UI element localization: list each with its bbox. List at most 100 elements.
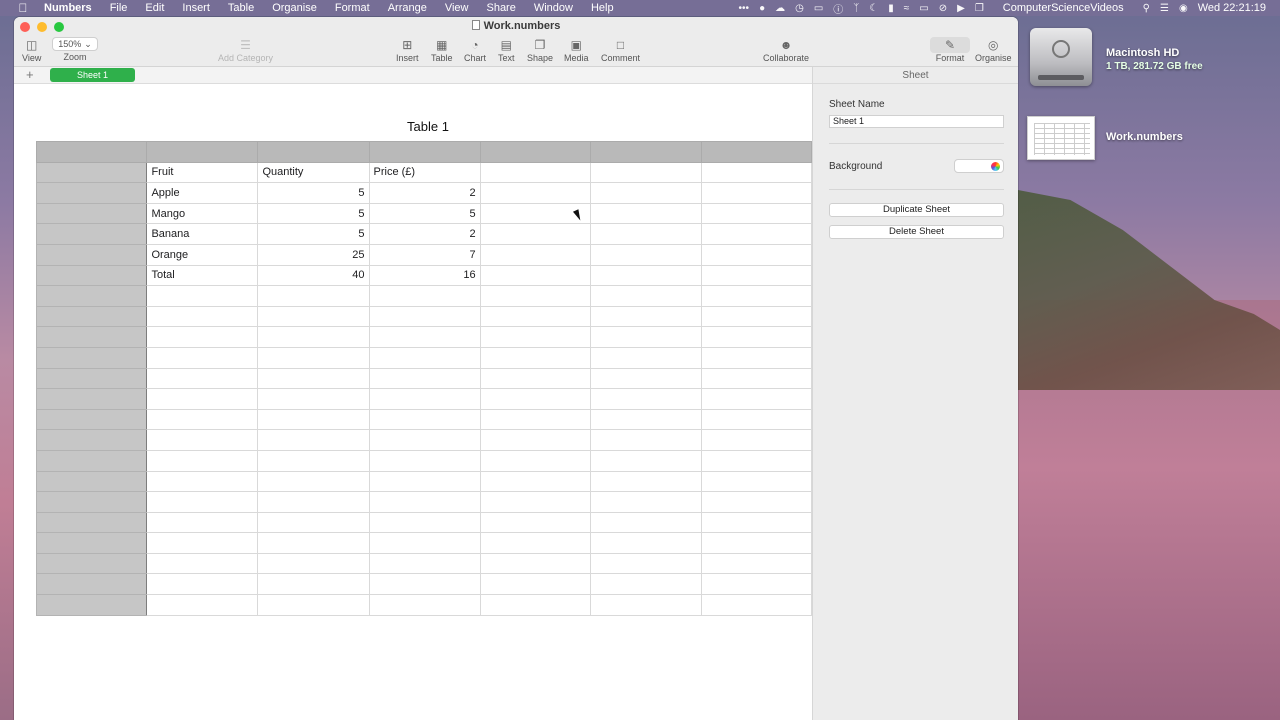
row-header[interactable] xyxy=(35,532,148,554)
table-cell[interactable] xyxy=(590,305,702,328)
table-cell[interactable] xyxy=(590,243,702,266)
row-header[interactable] xyxy=(35,449,148,472)
column-header[interactable] xyxy=(479,141,592,163)
table-cell[interactable] xyxy=(479,326,592,348)
table-cell[interactable] xyxy=(368,470,481,493)
table-cell[interactable] xyxy=(590,161,702,184)
table-cell[interactable]: 16 xyxy=(368,264,481,287)
cloud-icon[interactable]: ☁ xyxy=(775,3,785,14)
table-cell[interactable] xyxy=(479,243,592,266)
table-row[interactable] xyxy=(35,594,812,616)
table-cell[interactable] xyxy=(368,491,481,513)
table-cell[interactable] xyxy=(146,305,259,328)
table-cell[interactable] xyxy=(257,388,370,410)
row-header[interactable] xyxy=(35,326,148,348)
menu-help[interactable]: Help xyxy=(582,2,623,14)
row-header[interactable] xyxy=(35,573,148,596)
table-cell[interactable] xyxy=(146,408,259,431)
table-cell[interactable] xyxy=(700,573,812,596)
table-cell[interactable] xyxy=(590,182,702,204)
table-cell[interactable] xyxy=(479,532,592,554)
table-cell[interactable]: 5 xyxy=(257,182,370,204)
sheet-canvas[interactable]: Table 1 Fruit Quantity Price (£) Apple 5… xyxy=(14,84,812,720)
table-cell[interactable] xyxy=(146,491,259,513)
table-cell[interactable] xyxy=(590,429,702,451)
table-row[interactable] xyxy=(35,326,812,348)
menu-edit[interactable]: Edit xyxy=(136,2,173,14)
column-header[interactable] xyxy=(700,141,812,163)
corner-cell[interactable] xyxy=(35,141,148,163)
control-center-icon[interactable]: ☰ xyxy=(1160,3,1169,14)
organise-button[interactable]: ◎ Organise xyxy=(975,37,1012,63)
table-cell[interactable] xyxy=(590,552,702,575)
table-cell[interactable] xyxy=(590,532,702,554)
table-cell[interactable] xyxy=(368,305,481,328)
table-cell[interactable] xyxy=(146,573,259,596)
table-cell[interactable] xyxy=(368,449,481,472)
table-row[interactable] xyxy=(35,285,812,307)
table-cell[interactable] xyxy=(368,346,481,369)
table-cell[interactable] xyxy=(590,223,702,245)
zoom-select[interactable]: 150% ⌄ xyxy=(52,37,98,51)
table-cell[interactable] xyxy=(146,429,259,451)
table-cell[interactable] xyxy=(257,532,370,554)
table-cell[interactable] xyxy=(479,182,592,204)
menu-organise[interactable]: Organise xyxy=(263,2,326,14)
table-cell[interactable] xyxy=(479,573,592,596)
table-cell[interactable] xyxy=(590,388,702,410)
table-cell[interactable] xyxy=(479,511,592,534)
table-title[interactable]: Table 1 xyxy=(14,119,812,134)
table-button[interactable]: ▦ Table xyxy=(431,37,453,63)
table-row[interactable] xyxy=(35,388,812,410)
table-cell[interactable] xyxy=(700,552,812,575)
table-cell[interactable] xyxy=(700,408,812,431)
zoom-control[interactable]: 150% ⌄ Zoom xyxy=(52,37,98,62)
table-cell[interactable] xyxy=(590,491,702,513)
table-cell[interactable] xyxy=(368,511,481,534)
bluetooth-icon[interactable]: ᛉ xyxy=(853,3,859,14)
table-row[interactable] xyxy=(35,552,812,575)
table-cell[interactable] xyxy=(700,264,812,287)
table-cell[interactable] xyxy=(257,552,370,575)
table-cell[interactable] xyxy=(146,367,259,390)
table-cell[interactable] xyxy=(479,429,592,451)
table-cell[interactable]: 40 xyxy=(257,264,370,287)
insert-button[interactable]: ⊞ Insert xyxy=(396,37,419,63)
table-row[interactable] xyxy=(35,449,812,472)
spreadsheet-table[interactable]: Fruit Quantity Price (£) Apple 5 2 Mango… xyxy=(35,141,812,616)
view-button[interactable]: ◫ View xyxy=(22,37,41,63)
table-cell[interactable] xyxy=(479,408,592,431)
text-button[interactable]: ▤ Text xyxy=(498,37,515,63)
table-cell[interactable]: 5 xyxy=(257,202,370,225)
table-cell[interactable] xyxy=(590,264,702,287)
table-cell[interactable] xyxy=(700,326,812,348)
collaborate-button[interactable]: ☻ Collaborate xyxy=(763,37,809,63)
add-sheet-button[interactable]: + xyxy=(26,67,34,83)
table-cell[interactable] xyxy=(368,388,481,410)
table-cell[interactable] xyxy=(700,202,812,225)
menu-arrange[interactable]: Arrange xyxy=(379,2,436,14)
user-name[interactable]: ComputerScienceVideos xyxy=(994,2,1133,14)
table-cell[interactable] xyxy=(479,594,592,616)
table-cell[interactable] xyxy=(146,285,259,307)
row-header[interactable] xyxy=(35,552,148,575)
table-cell[interactable] xyxy=(700,285,812,307)
table-row[interactable] xyxy=(35,305,812,328)
table-cell[interactable] xyxy=(700,449,812,472)
table-cell[interactable] xyxy=(590,408,702,431)
table-cell[interactable] xyxy=(590,470,702,493)
comment-button[interactable]: □ Comment xyxy=(601,37,640,63)
table-cell[interactable] xyxy=(257,449,370,472)
menubar-clock[interactable]: Wed 22:21:19 xyxy=(1198,2,1266,14)
table-cell[interactable] xyxy=(590,285,702,307)
column-header[interactable] xyxy=(257,141,370,163)
table-cell[interactable] xyxy=(368,594,481,616)
table-cell[interactable] xyxy=(700,429,812,451)
row-header[interactable] xyxy=(35,346,148,369)
table-cell[interactable] xyxy=(146,532,259,554)
table-cell[interactable] xyxy=(700,388,812,410)
table-cell[interactable] xyxy=(700,305,812,328)
column-header[interactable] xyxy=(146,141,259,163)
table-cell[interactable] xyxy=(479,346,592,369)
row-header[interactable] xyxy=(35,491,148,513)
